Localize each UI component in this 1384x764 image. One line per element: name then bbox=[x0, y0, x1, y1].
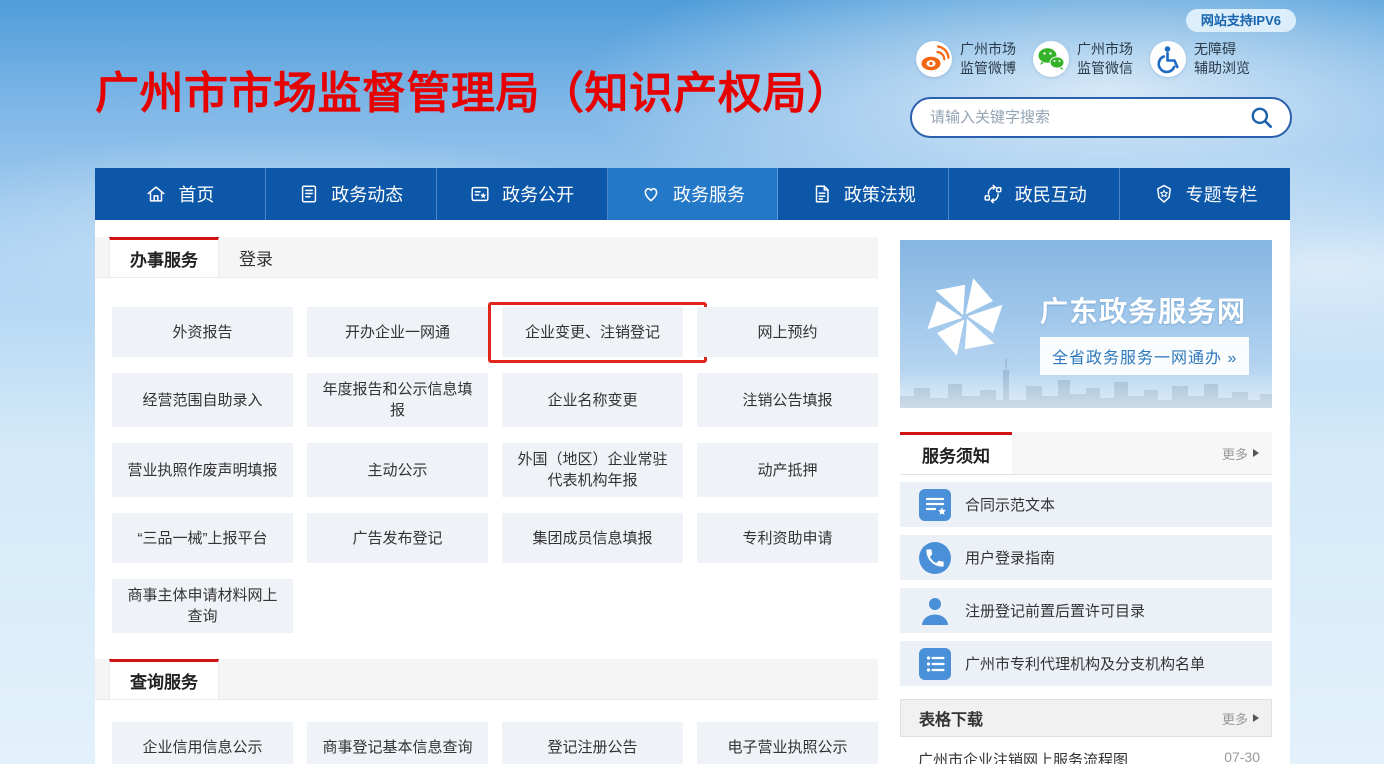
nav-item-home[interactable]: 首页 bbox=[95, 168, 266, 220]
downloads-header: 表格下载 更多 bbox=[900, 699, 1272, 737]
tab-query-service[interactable]: 查询服务 bbox=[109, 659, 219, 699]
more-arrow-icon bbox=[1253, 449, 1259, 457]
contract-doc-icon bbox=[917, 489, 953, 521]
notice-item[interactable]: 合同示范文本 bbox=[900, 482, 1272, 527]
notice-header: 服务须知 更多 bbox=[900, 432, 1272, 475]
ipv6-badge: 网站支持IPV6 bbox=[1186, 9, 1296, 32]
search-bar bbox=[910, 97, 1292, 138]
download-item-label: 广州市企业注销网上服务流程图 bbox=[918, 749, 1128, 764]
banner-title: 广东政务服务网 bbox=[1040, 290, 1247, 330]
search-input[interactable] bbox=[930, 109, 1248, 126]
query-button[interactable]: 电子营业执照公示 bbox=[697, 722, 878, 764]
person-icon bbox=[917, 594, 953, 628]
site-title: 广州市市场监督管理局（知识产权局） bbox=[95, 57, 852, 121]
notice-item[interactable]: 注册登记前置后置许可目录 bbox=[900, 588, 1272, 633]
more-arrow-icon bbox=[1253, 714, 1259, 722]
service-button[interactable]: 网上预约 bbox=[697, 307, 878, 357]
service-button[interactable]: 主动公示 bbox=[307, 443, 488, 497]
disclosure-icon bbox=[469, 183, 491, 205]
query-button[interactable]: 企业信用信息公示 bbox=[112, 722, 293, 764]
nav-label: 政务公开 bbox=[502, 181, 574, 207]
main-panel: 办事服务 登录 外资报告 开办企业一网通 企业变更、注销登记 网上预约 经营范围… bbox=[95, 237, 878, 764]
tab-service-notice[interactable]: 服务须知 bbox=[900, 432, 1012, 474]
nav-item-disclosure[interactable]: 政务公开 bbox=[437, 168, 608, 220]
banner-subtitle: 全省政务服务一网通办 » bbox=[1040, 337, 1249, 375]
tab-login[interactable]: 登录 bbox=[219, 237, 293, 277]
notice-item[interactable]: 用户登录指南 bbox=[900, 535, 1272, 580]
service-button-highlighted[interactable]: 企业变更、注销登记 bbox=[502, 307, 683, 357]
service-button[interactable]: 专利资助申请 bbox=[697, 513, 878, 563]
social-links: 广州市场监管微博 广州市场监管微信 bbox=[916, 40, 1250, 78]
nav-item-services[interactable]: 政务服务 bbox=[608, 168, 779, 220]
sidebar: 广东政务服务网 全省政务服务一网通办 » 服务须知 更多 合同示范文本 bbox=[900, 240, 1272, 764]
wechat-label: 广州市场监管微信 bbox=[1077, 40, 1133, 78]
service-button[interactable]: 集团成员信息填报 bbox=[502, 513, 683, 563]
weibo-label: 广州市场监管微博 bbox=[960, 40, 1016, 78]
query-button[interactable]: 登记注册公告 bbox=[502, 722, 683, 764]
notice-item-label: 用户登录指南 bbox=[965, 547, 1055, 568]
nav-item-special[interactable]: 专题专栏 bbox=[1120, 168, 1290, 220]
service-button[interactable]: 外国（地区）企业常驻代表机构年报 bbox=[502, 443, 683, 497]
downloads-title: 表格下载 bbox=[919, 706, 983, 730]
notice-list: 合同示范文本 用户登录指南 注册登记前置后置许可目录 bbox=[900, 482, 1272, 686]
downloads-more-link[interactable]: 更多 bbox=[1222, 709, 1259, 728]
more-label: 更多 bbox=[1222, 444, 1248, 463]
phone-icon bbox=[917, 542, 953, 574]
wechat-icon bbox=[1033, 41, 1069, 77]
service-button[interactable]: 开办企业一网通 bbox=[307, 307, 488, 357]
service-button[interactable]: 外资报告 bbox=[112, 307, 293, 357]
service-tabstrip: 办事服务 登录 bbox=[95, 237, 878, 278]
service-button[interactable]: 年度报告和公示信息填报 bbox=[307, 373, 488, 427]
nav-label: 政务服务 bbox=[673, 181, 745, 207]
notice-item[interactable]: 广州市专利代理机构及分支机构名单 bbox=[900, 641, 1272, 686]
service-button[interactable]: 广告发布登记 bbox=[307, 513, 488, 563]
service-button[interactable]: 注销公告填报 bbox=[697, 373, 878, 427]
weibo-icon bbox=[916, 41, 952, 77]
law-icon bbox=[811, 183, 833, 205]
news-icon bbox=[298, 183, 320, 205]
accessibility-link[interactable]: 无障碍辅助浏览 bbox=[1150, 40, 1250, 78]
nav-label: 专题专栏 bbox=[1186, 181, 1258, 207]
nav-label: 政策法规 bbox=[844, 181, 916, 207]
query-grid: 企业信用信息公示 商事登记基本信息查询 登记注册公告 电子营业执照公示 bbox=[95, 700, 878, 764]
wechat-link[interactable]: 广州市场监管微信 bbox=[1033, 40, 1133, 78]
more-label: 更多 bbox=[1222, 709, 1248, 728]
service-button[interactable]: 经营范围自助录入 bbox=[112, 373, 293, 427]
special-icon bbox=[1153, 183, 1175, 205]
heart-icon bbox=[640, 183, 662, 205]
notice-item-label: 广州市专利代理机构及分支机构名单 bbox=[965, 653, 1205, 674]
gd-gov-service-banner[interactable]: 广东政务服务网 全省政务服务一网通办 » bbox=[900, 240, 1272, 408]
nav-label: 政民互动 bbox=[1015, 181, 1087, 207]
tab-service-hall[interactable]: 办事服务 bbox=[109, 237, 219, 277]
list-icon bbox=[917, 648, 953, 680]
service-label: 企业变更、注销登记 bbox=[525, 322, 660, 343]
service-button[interactable]: 企业名称变更 bbox=[502, 373, 683, 427]
nav-item-interaction[interactable]: 政民互动 bbox=[949, 168, 1120, 220]
accessibility-label: 无障碍辅助浏览 bbox=[1194, 40, 1250, 78]
download-item-date: 07-30 bbox=[1224, 749, 1260, 764]
notice-more-link[interactable]: 更多 bbox=[1222, 432, 1259, 474]
search-icon[interactable] bbox=[1248, 104, 1276, 132]
notice-item-label: 注册登记前置后置许可目录 bbox=[965, 600, 1145, 621]
service-button[interactable]: 商事主体申请材料网上查询 bbox=[112, 579, 293, 633]
accessibility-icon bbox=[1150, 41, 1186, 77]
home-icon bbox=[145, 183, 167, 205]
nav-label: 政务动态 bbox=[331, 181, 403, 207]
service-button[interactable]: 营业执照作废声明填报 bbox=[112, 443, 293, 497]
service-grid: 外资报告 开办企业一网通 企业变更、注销登记 网上预约 经营范围自助录入 年度报… bbox=[95, 278, 878, 633]
main-navigation: 首页 政务动态 政务公开 政务服务 bbox=[95, 168, 1290, 220]
nav-label: 首页 bbox=[178, 181, 214, 207]
interaction-icon bbox=[982, 183, 1004, 205]
query-button[interactable]: 商事登记基本信息查询 bbox=[307, 722, 488, 764]
query-tabstrip: 查询服务 bbox=[95, 659, 878, 700]
nav-item-news[interactable]: 政务动态 bbox=[266, 168, 437, 220]
service-button[interactable]: “三品一械”上报平台 bbox=[112, 513, 293, 563]
nav-item-law[interactable]: 政策法规 bbox=[778, 168, 949, 220]
service-button[interactable]: 动产抵押 bbox=[697, 443, 878, 497]
weibo-link[interactable]: 广州市场监管微博 bbox=[916, 40, 1016, 78]
download-item[interactable]: 广州市企业注销网上服务流程图 07-30 bbox=[900, 749, 1272, 764]
pinwheel-logo bbox=[922, 274, 1008, 360]
notice-item-label: 合同示范文本 bbox=[965, 494, 1055, 515]
